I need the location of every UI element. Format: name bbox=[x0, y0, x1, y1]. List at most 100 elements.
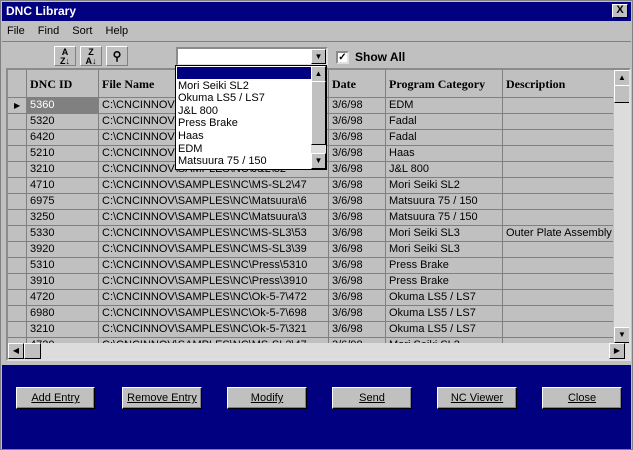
row-selector[interactable] bbox=[8, 178, 27, 194]
sort-descending-button[interactable]: Z A↓ bbox=[80, 46, 102, 66]
table-row[interactable]: 5330 C:\CNCINNOV\SAMPLES\NC\MS-SL3\53 3/6/… bbox=[8, 226, 618, 242]
cell-program-category[interactable]: Matsuura 75 / 150 bbox=[386, 194, 503, 210]
table-row[interactable]: 6975 C:\CNCINNOV\SAMPLES\NC\Matsuura\6 3/6… bbox=[8, 194, 618, 210]
cell-dnc-id[interactable]: 4720 bbox=[27, 290, 99, 306]
cell-dnc-id[interactable]: 4710 bbox=[27, 178, 99, 194]
cell-date[interactable]: 3/6/98 bbox=[329, 290, 386, 306]
column-header-description[interactable]: Description bbox=[503, 70, 618, 98]
modify-button[interactable]: Modify bbox=[227, 387, 307, 409]
row-selector[interactable] bbox=[8, 258, 27, 274]
cell-dnc-id[interactable]: 3910 bbox=[27, 274, 99, 290]
cell-date[interactable]: 3/6/98 bbox=[329, 194, 386, 210]
cell-file-name[interactable]: C:\CNCINNOV\SAMPLES\NC\Ok-5-7\698 bbox=[99, 306, 329, 322]
remove-entry-button[interactable]: Remove Entry bbox=[122, 387, 202, 409]
cell-file-name[interactable]: C:\CNCINNOV\SAMPLES\NC\Matsuura\3 bbox=[99, 210, 329, 226]
dropdown-option[interactable]: Okuma LS5 / LS7 bbox=[178, 93, 265, 104]
cell-description[interactable] bbox=[503, 258, 618, 274]
send-button[interactable]: Send bbox=[332, 387, 412, 409]
table-row[interactable]: 3920 C:\CNCINNOV\SAMPLES\NC\MS-SL3\39 3/6/… bbox=[8, 242, 618, 258]
cell-program-category[interactable]: Mori Seiki SL3 bbox=[386, 242, 503, 258]
nc-viewer-button[interactable]: NC Viewer bbox=[437, 387, 517, 409]
cell-dnc-id[interactable]: 5360 bbox=[27, 98, 99, 114]
dropdown-option[interactable]: Matsuura 75 / 150 bbox=[178, 156, 267, 167]
row-selector[interactable] bbox=[8, 226, 27, 242]
row-selector[interactable] bbox=[8, 210, 27, 226]
cell-program-category[interactable]: Mori Seiki SL3 bbox=[386, 226, 503, 242]
cell-dnc-id[interactable]: 5330 bbox=[27, 226, 99, 242]
dropdown-option[interactable]: Press Brake bbox=[178, 118, 238, 129]
cell-program-category[interactable]: Press Brake bbox=[386, 258, 503, 274]
scroll-thumb[interactable] bbox=[614, 85, 629, 103]
vertical-scrollbar[interactable]: ▲ ▼ bbox=[613, 70, 629, 343]
cell-dnc-id[interactable]: 5210 bbox=[27, 146, 99, 162]
cell-file-name[interactable]: C:\CNCINNOV\SAMPLES\NC\MS-SL3\53 bbox=[99, 226, 329, 242]
cell-description[interactable] bbox=[503, 130, 618, 146]
cell-program-category[interactable]: Okuma LS5 / LS7 bbox=[386, 322, 503, 338]
cell-dnc-id[interactable]: 6420 bbox=[27, 130, 99, 146]
row-selector[interactable] bbox=[8, 146, 27, 162]
cell-file-name[interactable]: C:\CNCINNOV\SAMPLES\NC\MS-SL2\47 bbox=[99, 178, 329, 194]
cell-dnc-id[interactable]: 5310 bbox=[27, 258, 99, 274]
cell-description[interactable] bbox=[503, 322, 618, 338]
dropdown-scrollbar[interactable]: ▲ ▼ bbox=[311, 66, 326, 169]
cell-program-category[interactable]: Press Brake bbox=[386, 274, 503, 290]
cell-description[interactable] bbox=[503, 194, 618, 210]
cell-program-category[interactable]: Haas bbox=[386, 146, 503, 162]
category-filter-combo[interactable]: ▼ bbox=[176, 47, 328, 66]
cell-description[interactable]: Outer Plate Assembly bbox=[503, 226, 618, 242]
show-all-checkbox[interactable]: ✓ bbox=[336, 51, 349, 64]
add-entry-button[interactable]: Add Entry bbox=[16, 387, 95, 409]
cell-program-category[interactable]: Okuma LS5 / LS7 bbox=[386, 290, 503, 306]
menu-find[interactable]: Find bbox=[33, 22, 64, 40]
table-row[interactable]: 6980 C:\CNCINNOV\SAMPLES\NC\Ok-5-7\698 3/6… bbox=[8, 306, 618, 322]
cell-description[interactable] bbox=[503, 306, 618, 322]
dropdown-scroll-down-icon[interactable]: ▼ bbox=[311, 153, 326, 169]
row-selector[interactable]: ▶ bbox=[8, 98, 27, 114]
cell-description[interactable] bbox=[503, 178, 618, 194]
scroll-down-icon[interactable]: ▼ bbox=[614, 327, 629, 343]
cell-program-category[interactable]: Okuma LS5 / LS7 bbox=[386, 306, 503, 322]
dropdown-option[interactable]: J&L 800 bbox=[178, 105, 218, 117]
cell-file-name[interactable]: C:\CNCINNOV\SAMPLES\NC\Press\5310 bbox=[99, 258, 329, 274]
cell-date[interactable]: 3/6/98 bbox=[329, 306, 386, 322]
row-selector[interactable] bbox=[8, 130, 27, 146]
scroll-left-icon[interactable]: ◀ bbox=[8, 343, 24, 359]
cell-description[interactable] bbox=[503, 162, 618, 178]
cell-file-name[interactable]: C:\CNCINNOV\SAMPLES\NC\Ok-5-7\472 bbox=[99, 290, 329, 306]
cell-dnc-id[interactable]: 5320 bbox=[27, 114, 99, 130]
close-window-button[interactable]: X bbox=[612, 4, 628, 18]
column-header-dnc-id[interactable]: DNC ID bbox=[27, 70, 99, 98]
cell-description[interactable] bbox=[503, 210, 618, 226]
table-row[interactable]: 4710 C:\CNCINNOV\SAMPLES\NC\MS-SL2\47 3/6/… bbox=[8, 178, 618, 194]
cell-date[interactable]: 3/6/98 bbox=[329, 322, 386, 338]
row-selector[interactable] bbox=[8, 194, 27, 210]
cell-file-name[interactable]: C:\CNCINNOV\SAMPLES\NC\Ok-5-7\321 bbox=[99, 322, 329, 338]
row-selector[interactable] bbox=[8, 114, 27, 130]
cell-date[interactable]: 3/6/98 bbox=[329, 210, 386, 226]
row-selector[interactable] bbox=[8, 242, 27, 258]
cell-file-name[interactable]: C:\CNCINNOV\SAMPLES\NC\Matsuura\6 bbox=[99, 194, 329, 210]
cell-date[interactable]: 3/6/98 bbox=[329, 162, 386, 178]
cell-dnc-id[interactable]: 3920 bbox=[27, 242, 99, 258]
dropdown-option[interactable]: EDM bbox=[178, 143, 202, 155]
cell-dnc-id[interactable]: 6975 bbox=[27, 194, 99, 210]
cell-file-name[interactable]: C:\CNCINNOV\SAMPLES\NC\MS-SL3\39 bbox=[99, 242, 329, 258]
cell-dnc-id[interactable]: 3210 bbox=[27, 322, 99, 338]
cell-program-category[interactable]: Mori Seiki SL2 bbox=[386, 178, 503, 194]
dropdown-scroll-thumb[interactable] bbox=[311, 81, 326, 145]
cell-date[interactable]: 3/6/98 bbox=[329, 114, 386, 130]
table-row[interactable]: 5310 C:\CNCINNOV\SAMPLES\NC\Press\5310 3/6… bbox=[8, 258, 618, 274]
cell-program-category[interactable]: Matsuura 75 / 150 bbox=[386, 210, 503, 226]
cell-description[interactable] bbox=[503, 290, 618, 306]
row-selector[interactable] bbox=[8, 290, 27, 306]
cell-program-category[interactable]: Fadal bbox=[386, 130, 503, 146]
cell-dnc-id[interactable]: 3250 bbox=[27, 210, 99, 226]
cell-date[interactable]: 3/6/98 bbox=[329, 242, 386, 258]
find-button[interactable]: ⚲ bbox=[106, 46, 128, 66]
column-header-date[interactable]: Date bbox=[329, 70, 386, 98]
horizontal-scroll-thumb[interactable] bbox=[24, 343, 41, 359]
cell-description[interactable] bbox=[503, 114, 618, 130]
cell-description[interactable] bbox=[503, 98, 618, 114]
row-selector[interactable] bbox=[8, 274, 27, 290]
dropdown-option[interactable]: Haas bbox=[178, 131, 204, 142]
